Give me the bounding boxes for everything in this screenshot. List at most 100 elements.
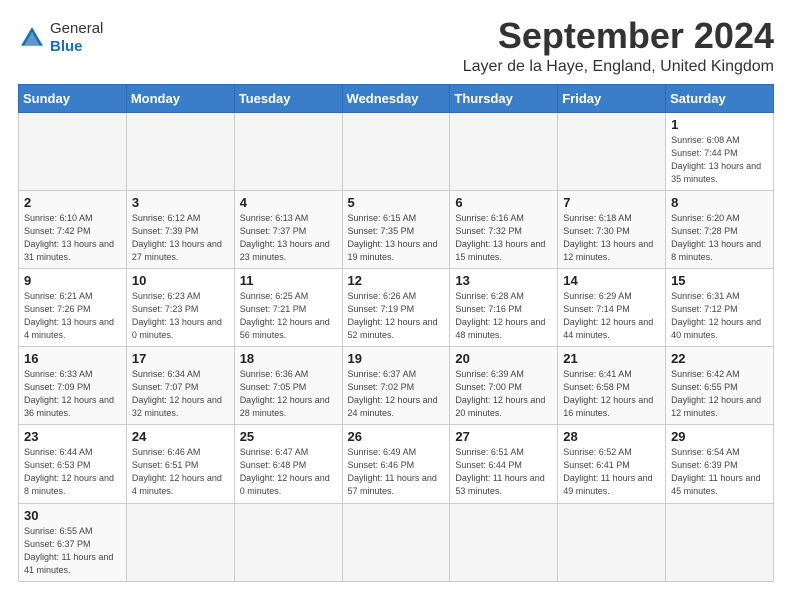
calendar-cell: 15 Sunrise: 6:31 AMSunset: 7:12 PMDayligh… bbox=[666, 268, 774, 346]
logo-text: General Blue bbox=[50, 20, 103, 56]
day-number: 1 bbox=[671, 117, 768, 132]
dow-header-sunday: Sunday bbox=[19, 84, 127, 112]
days-of-week-row: SundayMondayTuesdayWednesdayThursdayFrid… bbox=[19, 84, 774, 112]
day-info: Sunrise: 6:46 AMSunset: 6:51 PMDaylight:… bbox=[132, 446, 229, 498]
calendar-cell bbox=[234, 112, 342, 190]
day-number: 16 bbox=[24, 351, 121, 366]
day-info: Sunrise: 6:15 AMSunset: 7:35 PMDaylight:… bbox=[348, 212, 445, 264]
calendar-cell: 20 Sunrise: 6:39 AMSunset: 7:00 PMDayligh… bbox=[450, 347, 558, 425]
dow-header-saturday: Saturday bbox=[666, 84, 774, 112]
day-info: Sunrise: 6:29 AMSunset: 7:14 PMDaylight:… bbox=[563, 290, 660, 342]
calendar-cell: 23Sunrise: 6:44 AMSunset: 6:53 PMDayligh… bbox=[19, 425, 127, 503]
calendar-cell: 7 Sunrise: 6:18 AMSunset: 7:30 PMDaylight… bbox=[558, 190, 666, 268]
calendar-cell bbox=[450, 503, 558, 581]
day-info: Sunrise: 6:54 AMSunset: 6:39 PMDaylight:… bbox=[671, 446, 768, 498]
calendar-week-4: 16 Sunrise: 6:33 AMSunset: 7:09 PMDayligh… bbox=[19, 347, 774, 425]
day-info: Sunrise: 6:10 AMSunset: 7:42 PMDaylight:… bbox=[24, 212, 121, 264]
dow-header-thursday: Thursday bbox=[450, 84, 558, 112]
dow-header-wednesday: Wednesday bbox=[342, 84, 450, 112]
day-info: Sunrise: 6:18 AMSunset: 7:30 PMDaylight:… bbox=[563, 212, 660, 264]
day-info: Sunrise: 6:47 AMSunset: 6:48 PMDaylight:… bbox=[240, 446, 337, 498]
calendar-cell bbox=[342, 503, 450, 581]
calendar-cell: 1Sunrise: 6:08 AMSunset: 7:44 PMDaylight… bbox=[666, 112, 774, 190]
day-number: 18 bbox=[240, 351, 337, 366]
calendar-cell: 27 Sunrise: 6:51 AMSunset: 6:44 PMDayligh… bbox=[450, 425, 558, 503]
day-number: 22 bbox=[671, 351, 768, 366]
day-info: Sunrise: 6:13 AMSunset: 7:37 PMDaylight:… bbox=[240, 212, 337, 264]
day-info: Sunrise: 6:26 AMSunset: 7:19 PMDaylight:… bbox=[348, 290, 445, 342]
calendar-week-1: 1Sunrise: 6:08 AMSunset: 7:44 PMDaylight… bbox=[19, 112, 774, 190]
calendar-cell: 6Sunrise: 6:16 AMSunset: 7:32 PMDaylight… bbox=[450, 190, 558, 268]
day-number: 10 bbox=[132, 273, 229, 288]
calendar-cell: 12 Sunrise: 6:26 AMSunset: 7:19 PMDayligh… bbox=[342, 268, 450, 346]
calendar-cell: 19 Sunrise: 6:37 AMSunset: 7:02 PMDayligh… bbox=[342, 347, 450, 425]
month-title: September 2024 bbox=[463, 16, 774, 56]
day-number: 27 bbox=[455, 429, 552, 444]
day-number: 25 bbox=[240, 429, 337, 444]
day-info: Sunrise: 6:52 AMSunset: 6:41 PMDaylight:… bbox=[563, 446, 660, 498]
day-number: 5 bbox=[348, 195, 445, 210]
day-info: Sunrise: 6:20 AMSunset: 7:28 PMDaylight:… bbox=[671, 212, 768, 264]
calendar-cell: 16 Sunrise: 6:33 AMSunset: 7:09 PMDayligh… bbox=[19, 347, 127, 425]
dow-header-friday: Friday bbox=[558, 84, 666, 112]
day-number: 8 bbox=[671, 195, 768, 210]
calendar-cell bbox=[126, 503, 234, 581]
day-info: Sunrise: 6:41 AMSunset: 6:58 PMDaylight:… bbox=[563, 368, 660, 420]
day-info: Sunrise: 6:21 AMSunset: 7:26 PMDaylight:… bbox=[24, 290, 121, 342]
day-info: Sunrise: 6:51 AMSunset: 6:44 PMDaylight:… bbox=[455, 446, 552, 498]
calendar-cell bbox=[666, 503, 774, 581]
day-number: 19 bbox=[348, 351, 445, 366]
day-info: Sunrise: 6:16 AMSunset: 7:32 PMDaylight:… bbox=[455, 212, 552, 264]
calendar-cell bbox=[450, 112, 558, 190]
calendar-cell: 24 Sunrise: 6:46 AMSunset: 6:51 PMDayligh… bbox=[126, 425, 234, 503]
calendar-cell bbox=[126, 112, 234, 190]
location-title: Layer de la Haye, England, United Kingdo… bbox=[463, 58, 774, 76]
logo: General Blue bbox=[18, 20, 103, 56]
calendar-cell bbox=[19, 112, 127, 190]
day-number: 11 bbox=[240, 273, 337, 288]
calendar-cell: 17Sunrise: 6:34 AMSunset: 7:07 PMDayligh… bbox=[126, 347, 234, 425]
day-number: 7 bbox=[563, 195, 660, 210]
calendar-week-2: 2 Sunrise: 6:10 AMSunset: 7:42 PMDaylight… bbox=[19, 190, 774, 268]
calendar-cell: 30Sunrise: 6:55 AMSunset: 6:37 PMDayligh… bbox=[19, 503, 127, 581]
title-block: September 2024 Layer de la Haye, England… bbox=[463, 16, 774, 76]
day-info: Sunrise: 6:34 AMSunset: 7:07 PMDaylight:… bbox=[132, 368, 229, 420]
calendar-cell bbox=[342, 112, 450, 190]
logo-icon bbox=[18, 24, 46, 52]
day-number: 29 bbox=[671, 429, 768, 444]
day-number: 28 bbox=[563, 429, 660, 444]
calendar-week-3: 9 Sunrise: 6:21 AMSunset: 7:26 PMDaylight… bbox=[19, 268, 774, 346]
calendar-table: SundayMondayTuesdayWednesdayThursdayFrid… bbox=[18, 84, 774, 582]
day-number: 12 bbox=[348, 273, 445, 288]
calendar-cell: 21 Sunrise: 6:41 AMSunset: 6:58 PMDayligh… bbox=[558, 347, 666, 425]
calendar-cell: 9 Sunrise: 6:21 AMSunset: 7:26 PMDaylight… bbox=[19, 268, 127, 346]
day-number: 2 bbox=[24, 195, 121, 210]
calendar-cell: 14Sunrise: 6:29 AMSunset: 7:14 PMDayligh… bbox=[558, 268, 666, 346]
calendar-cell: 8 Sunrise: 6:20 AMSunset: 7:28 PMDaylight… bbox=[666, 190, 774, 268]
day-number: 23 bbox=[24, 429, 121, 444]
calendar-week-6: 30Sunrise: 6:55 AMSunset: 6:37 PMDayligh… bbox=[19, 503, 774, 581]
day-info: Sunrise: 6:31 AMSunset: 7:12 PMDaylight:… bbox=[671, 290, 768, 342]
day-info: Sunrise: 6:23 AMSunset: 7:23 PMDaylight:… bbox=[132, 290, 229, 342]
page-container: General Blue September 2024 Layer de la … bbox=[0, 0, 792, 592]
dow-header-tuesday: Tuesday bbox=[234, 84, 342, 112]
day-number: 20 bbox=[455, 351, 552, 366]
day-info: Sunrise: 6:25 AMSunset: 7:21 PMDaylight:… bbox=[240, 290, 337, 342]
calendar-cell: 13Sunrise: 6:28 AMSunset: 7:16 PMDayligh… bbox=[450, 268, 558, 346]
calendar-cell bbox=[558, 503, 666, 581]
day-number: 15 bbox=[671, 273, 768, 288]
day-info: Sunrise: 6:33 AMSunset: 7:09 PMDaylight:… bbox=[24, 368, 121, 420]
calendar-week-5: 23Sunrise: 6:44 AMSunset: 6:53 PMDayligh… bbox=[19, 425, 774, 503]
day-info: Sunrise: 6:49 AMSunset: 6:46 PMDaylight:… bbox=[348, 446, 445, 498]
calendar-cell: 10 Sunrise: 6:23 AMSunset: 7:23 PMDayligh… bbox=[126, 268, 234, 346]
day-number: 24 bbox=[132, 429, 229, 444]
calendar-cell: 29 Sunrise: 6:54 AMSunset: 6:39 PMDayligh… bbox=[666, 425, 774, 503]
day-info: Sunrise: 6:39 AMSunset: 7:00 PMDaylight:… bbox=[455, 368, 552, 420]
day-number: 21 bbox=[563, 351, 660, 366]
day-number: 26 bbox=[348, 429, 445, 444]
day-info: Sunrise: 6:37 AMSunset: 7:02 PMDaylight:… bbox=[348, 368, 445, 420]
day-number: 9 bbox=[24, 273, 121, 288]
calendar-cell: 5 Sunrise: 6:15 AMSunset: 7:35 PMDaylight… bbox=[342, 190, 450, 268]
day-info: Sunrise: 6:28 AMSunset: 7:16 PMDaylight:… bbox=[455, 290, 552, 342]
calendar-cell: 4Sunrise: 6:13 AMSunset: 7:37 PMDaylight… bbox=[234, 190, 342, 268]
